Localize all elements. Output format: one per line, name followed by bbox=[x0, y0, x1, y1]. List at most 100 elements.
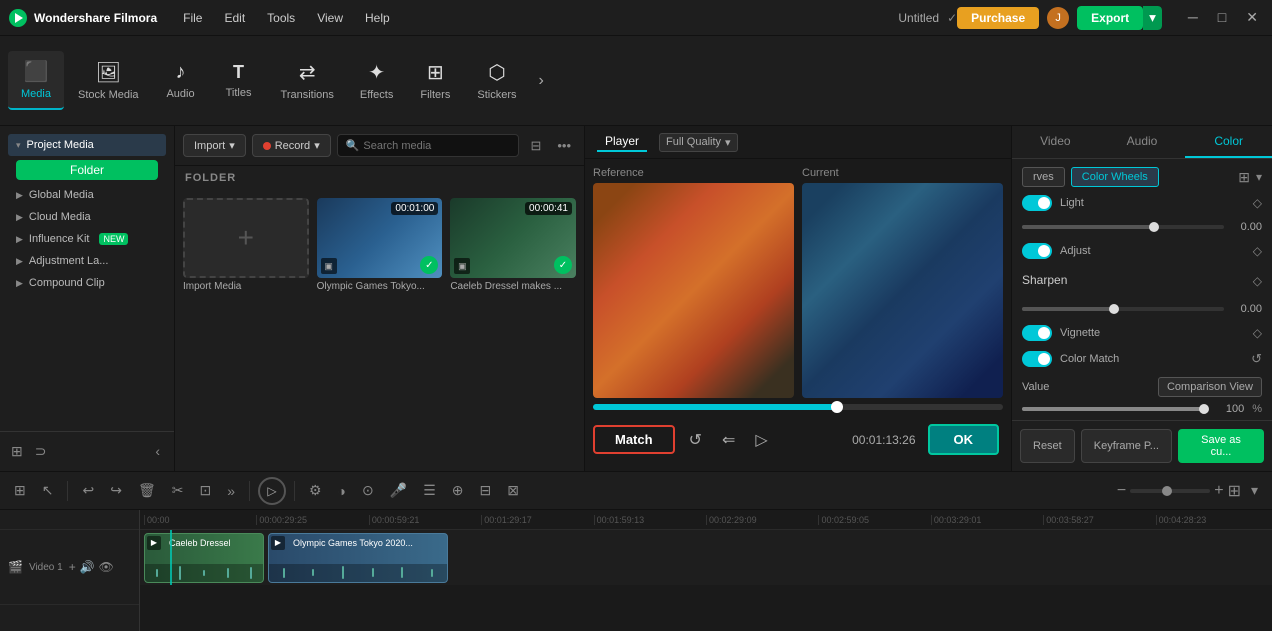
select-icon[interactable]: ↖ bbox=[36, 478, 60, 503]
scrubber-thumb[interactable] bbox=[831, 401, 843, 413]
import-button[interactable]: Import ▾ bbox=[183, 134, 246, 157]
curves-button[interactable]: rves bbox=[1022, 167, 1065, 187]
snap-icon[interactable]: ⊞ bbox=[8, 478, 32, 503]
track-add-icon[interactable]: + bbox=[69, 560, 76, 574]
redo-icon[interactable]: ↪ bbox=[104, 478, 128, 503]
menu-edit[interactable]: Edit bbox=[214, 7, 255, 29]
value-slider-thumb[interactable] bbox=[1199, 404, 1209, 414]
tl-more-icon[interactable]: ▾ bbox=[1245, 478, 1264, 503]
save-as-button[interactable]: Save as cu... bbox=[1178, 429, 1264, 463]
sidebar-item-influence-kit[interactable]: ▶ Influence Kit NEW bbox=[8, 228, 166, 250]
color-icon[interactable]: ◑ bbox=[332, 479, 352, 503]
match-button[interactable]: Match bbox=[593, 425, 675, 454]
search-box[interactable]: 🔍 bbox=[337, 134, 520, 157]
maximize-button[interactable]: □ bbox=[1212, 7, 1232, 28]
caeleb-media-item[interactable]: 00:00:41 ▣ ✓ Caeleb Dressel makes ... bbox=[450, 198, 576, 292]
vignette-toggle[interactable] bbox=[1022, 325, 1052, 341]
tool-transitions[interactable]: ⇄ Transitions bbox=[269, 52, 346, 109]
reset-ctrl-icon[interactable]: ↺ bbox=[683, 427, 708, 453]
tool-filters[interactable]: ⊞ Filters bbox=[407, 52, 463, 109]
tab-player[interactable]: Player bbox=[597, 132, 647, 152]
add-folder-icon[interactable]: ⊞ bbox=[8, 440, 26, 463]
keyframe-button[interactable]: Keyframe P... bbox=[1081, 429, 1172, 463]
preview-scrubber[interactable] bbox=[593, 404, 1003, 410]
folder-button[interactable]: Folder bbox=[16, 160, 158, 180]
tool-stock-media[interactable]: 🖼 Stock Media bbox=[66, 52, 151, 109]
sharpen-slider[interactable] bbox=[1022, 307, 1224, 311]
tab-video[interactable]: Video bbox=[1012, 126, 1099, 158]
back-ctrl-icon[interactable]: ⇐ bbox=[716, 427, 741, 453]
tool-stickers[interactable]: ⬡ Stickers bbox=[465, 52, 528, 109]
reset-button[interactable]: Reset bbox=[1020, 429, 1075, 463]
tool-titles[interactable]: T Titles bbox=[211, 54, 267, 107]
playhead[interactable] bbox=[170, 530, 172, 585]
align-icon[interactable]: ☰ bbox=[417, 478, 442, 503]
avatar[interactable]: J bbox=[1047, 7, 1069, 29]
menu-view[interactable]: View bbox=[307, 7, 353, 29]
adjust-keyframe-icon[interactable]: ◇ bbox=[1253, 244, 1262, 258]
color-match-toggle[interactable] bbox=[1022, 351, 1052, 367]
extra1-icon[interactable]: ⊕ bbox=[446, 478, 470, 503]
forward-ctrl-icon[interactable]: ▷ bbox=[749, 427, 773, 453]
filter-icon[interactable]: ⊟ bbox=[525, 135, 546, 157]
sharpen-keyframe-icon[interactable]: ◇ bbox=[1253, 274, 1262, 288]
sidebar-item-compound-clip[interactable]: ▶ Compound Clip bbox=[8, 272, 166, 294]
menu-tools[interactable]: Tools bbox=[257, 7, 305, 29]
sidebar-item-project-media[interactable]: ▾ Project Media bbox=[8, 134, 166, 156]
adjust-toggle[interactable] bbox=[1022, 243, 1052, 259]
minimize-button[interactable]: ─ bbox=[1182, 7, 1204, 28]
speed-icon[interactable]: ⚙ bbox=[303, 478, 328, 503]
close-button[interactable]: ✕ bbox=[1240, 7, 1264, 28]
tool-effects[interactable]: ✦ Effects bbox=[348, 52, 405, 109]
light-slider[interactable] bbox=[1022, 225, 1224, 229]
quality-selector[interactable]: Full Quality ▾ bbox=[659, 133, 738, 152]
pip-icon[interactable]: ⊟ bbox=[473, 478, 497, 503]
more-options-icon[interactable]: ••• bbox=[552, 135, 576, 156]
toolbar-expand-icon[interactable]: › bbox=[530, 64, 551, 98]
detach-icon[interactable]: ⊠ bbox=[501, 478, 525, 503]
sidebar-item-adjustment-layer[interactable]: ▶ Adjustment La... bbox=[8, 250, 166, 272]
zoom-slider-thumb[interactable] bbox=[1162, 486, 1172, 496]
tl-grid-icon[interactable]: ⊞ bbox=[1228, 481, 1241, 501]
more-tl-icon[interactable]: » bbox=[221, 479, 241, 503]
mask-icon[interactable]: ⊙ bbox=[356, 478, 380, 503]
import-media-item[interactable]: + Import Media bbox=[183, 198, 309, 292]
cut-icon[interactable]: ✂ bbox=[166, 478, 190, 503]
light-slider-thumb[interactable] bbox=[1149, 222, 1159, 232]
zoom-in-icon[interactable]: + bbox=[1214, 482, 1223, 500]
value-slider[interactable] bbox=[1022, 407, 1206, 411]
sidebar-item-cloud-media[interactable]: ▶ Cloud Media bbox=[8, 206, 166, 228]
export-button[interactable]: Export bbox=[1077, 6, 1143, 30]
vignette-keyframe-icon[interactable]: ◇ bbox=[1253, 326, 1262, 340]
zoom-out-icon[interactable]: − bbox=[1117, 482, 1126, 500]
collapse-panel-icon[interactable]: ‹ bbox=[149, 440, 166, 463]
comparison-view-button[interactable]: Comparison View bbox=[1158, 377, 1262, 397]
record-button[interactable]: Record ▾ bbox=[252, 134, 331, 157]
olympic-media-item[interactable]: 00:01:00 ▣ ✓ Olympic Games Tokyo... bbox=[317, 198, 443, 292]
audio-tl-icon[interactable]: 🎤 bbox=[384, 478, 413, 503]
menu-help[interactable]: Help bbox=[355, 7, 400, 29]
sharpen-slider-thumb[interactable] bbox=[1109, 304, 1119, 314]
play-button[interactable]: ▷ bbox=[258, 477, 286, 505]
link-icon[interactable]: ⊃ bbox=[32, 440, 50, 463]
menu-file[interactable]: File bbox=[173, 7, 212, 29]
color-match-reset-icon[interactable]: ↺ bbox=[1251, 351, 1262, 367]
light-keyframe-icon[interactable]: ◇ bbox=[1253, 196, 1262, 210]
tool-audio[interactable]: ♪ Audio bbox=[153, 53, 209, 108]
track-mute-icon[interactable]: 🔊 bbox=[80, 560, 95, 574]
undo-icon[interactable]: ↩ bbox=[76, 478, 100, 503]
sidebar-item-global-media[interactable]: ▶ Global Media bbox=[8, 184, 166, 206]
caeleb-clip[interactable]: ▶ Caeleb Dressel bbox=[144, 533, 264, 583]
search-input[interactable] bbox=[363, 140, 510, 152]
olympic-clip[interactable]: ▶ Olympic Games Tokyo 2020... bbox=[268, 533, 448, 583]
light-toggle[interactable] bbox=[1022, 195, 1052, 211]
color-wheels-button[interactable]: Color Wheels bbox=[1071, 167, 1159, 187]
grid-view-icon[interactable]: ⊞ bbox=[1238, 169, 1250, 186]
purchase-button[interactable]: Purchase bbox=[957, 7, 1039, 29]
tool-media[interactable]: ⬛ Media bbox=[8, 51, 64, 110]
expand-icon[interactable]: ▾ bbox=[1256, 170, 1262, 184]
track-visibility-icon[interactable]: 👁 bbox=[99, 560, 114, 574]
export-dropdown[interactable]: ▾ bbox=[1143, 6, 1162, 30]
tab-color[interactable]: Color bbox=[1185, 126, 1272, 158]
zoom-slider[interactable] bbox=[1130, 489, 1210, 493]
